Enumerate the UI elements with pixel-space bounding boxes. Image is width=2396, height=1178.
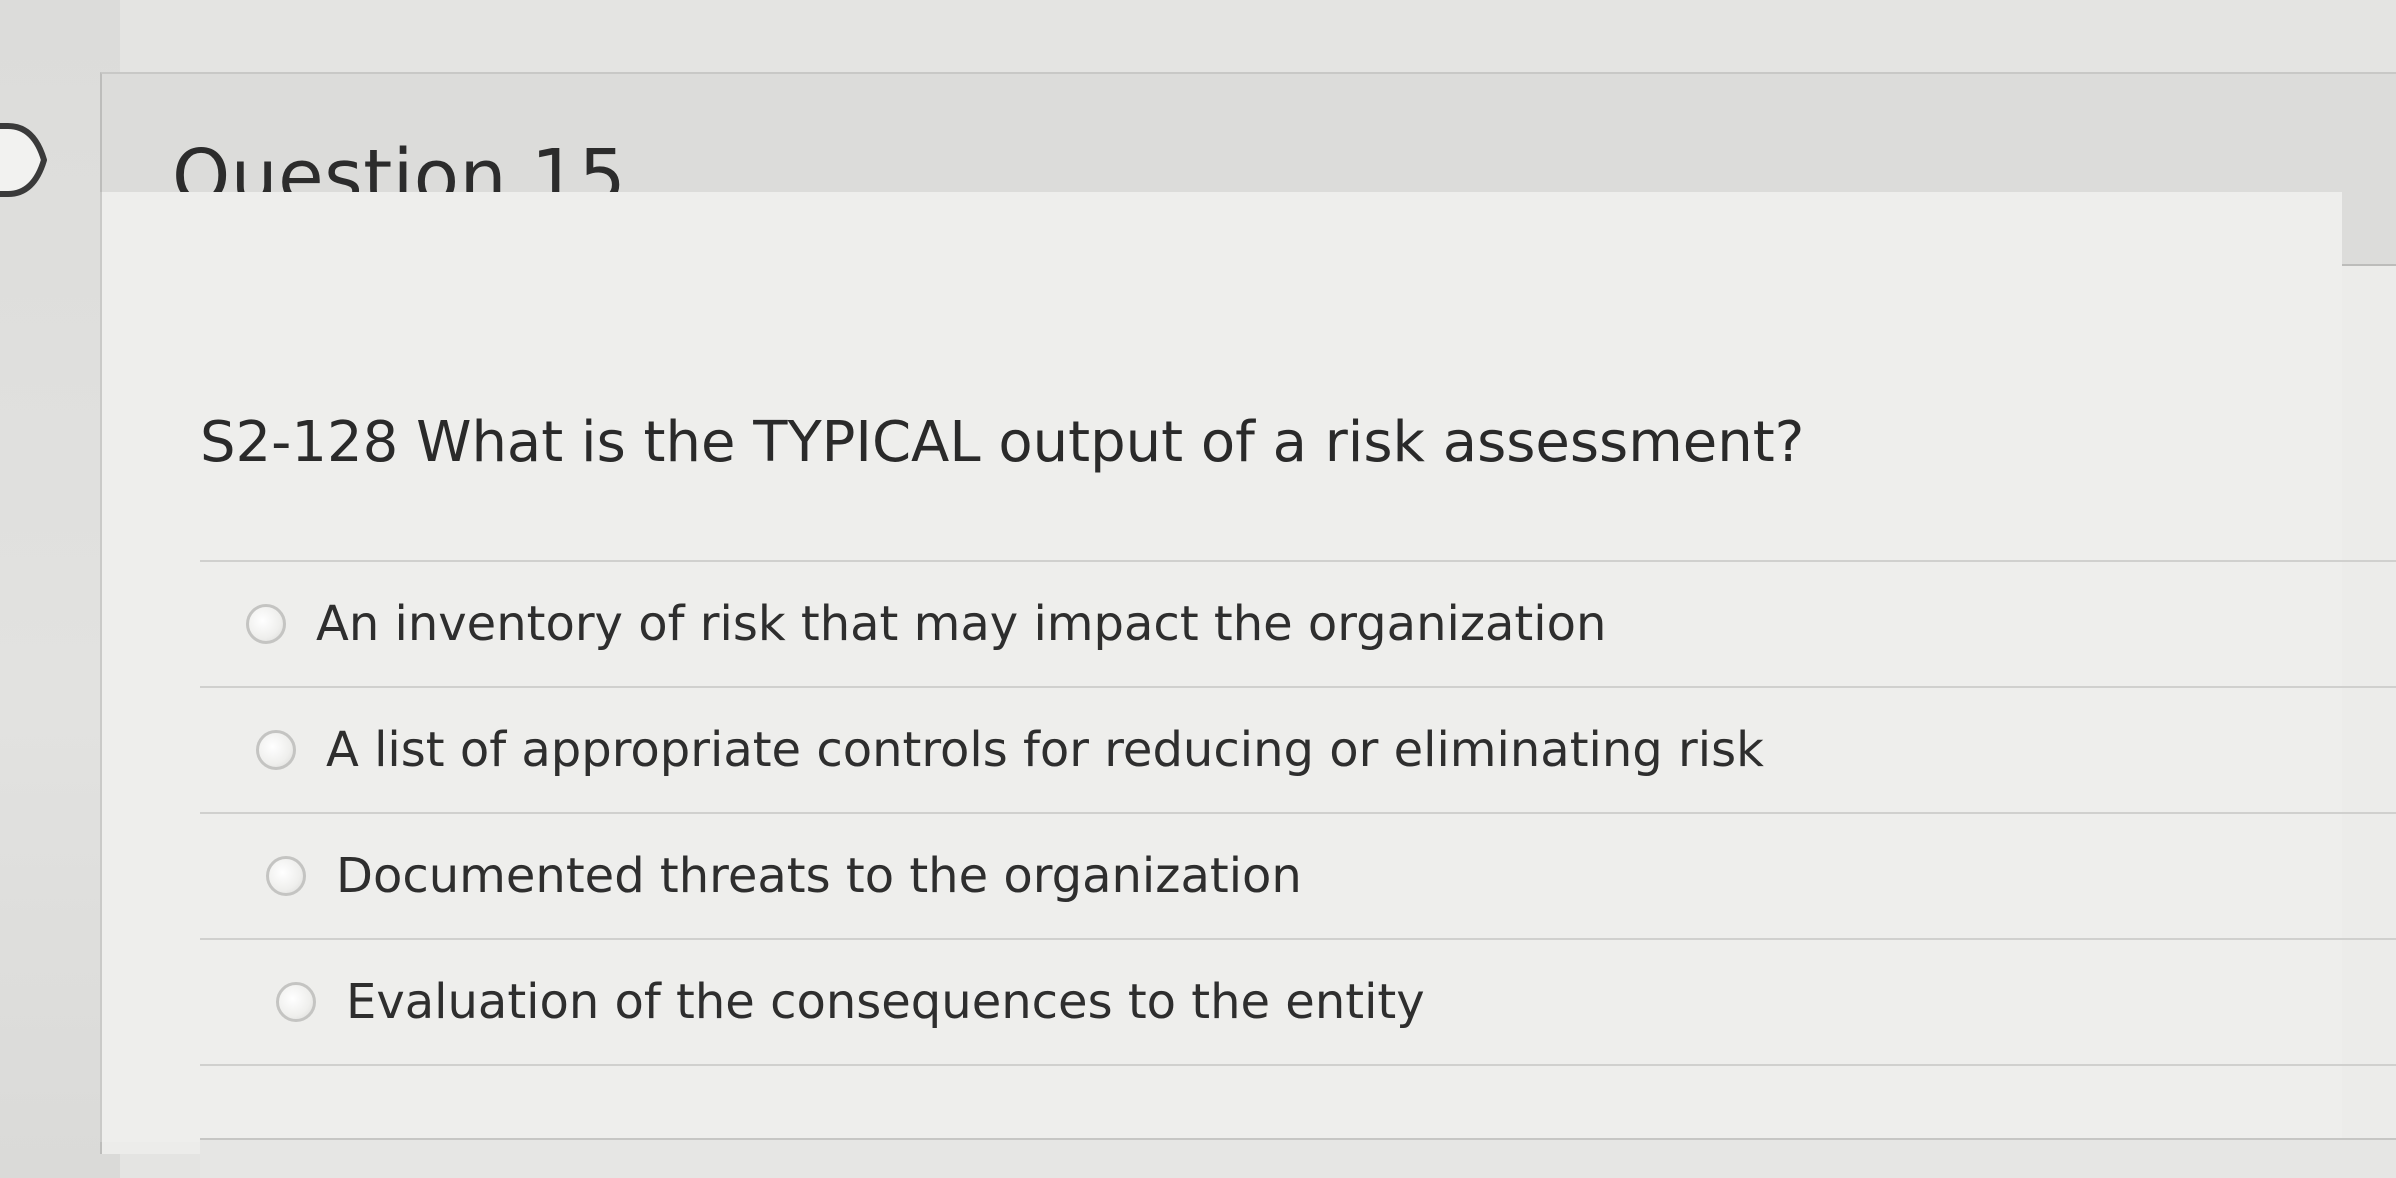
- answer-option[interactable]: Documented threats to the organization: [200, 814, 2396, 940]
- radio-button-icon[interactable]: [246, 604, 286, 644]
- radio-button-icon[interactable]: [256, 730, 296, 770]
- radio-button-icon[interactable]: [276, 982, 316, 1022]
- answer-label: Documented threats to the organization: [336, 848, 1302, 904]
- question-text: S2-128 What is the TYPICAL output of a r…: [200, 410, 1805, 475]
- answer-option[interactable]: Evaluation of the consequences to the en…: [200, 940, 2396, 1066]
- card-bottom-border: [200, 1138, 2396, 1178]
- answer-label: A list of appropriate controls for reduc…: [326, 722, 1764, 778]
- answer-list: An inventory of risk that may impact the…: [200, 560, 2396, 1066]
- radio-button-icon[interactable]: [266, 856, 306, 896]
- answer-label: Evaluation of the consequences to the en…: [346, 974, 1425, 1030]
- answer-option[interactable]: A list of appropriate controls for reduc…: [200, 688, 2396, 814]
- answer-label: An inventory of risk that may impact the…: [316, 596, 1607, 652]
- answer-option[interactable]: An inventory of risk that may impact the…: [200, 562, 2396, 688]
- chevron-right-icon[interactable]: [0, 120, 50, 200]
